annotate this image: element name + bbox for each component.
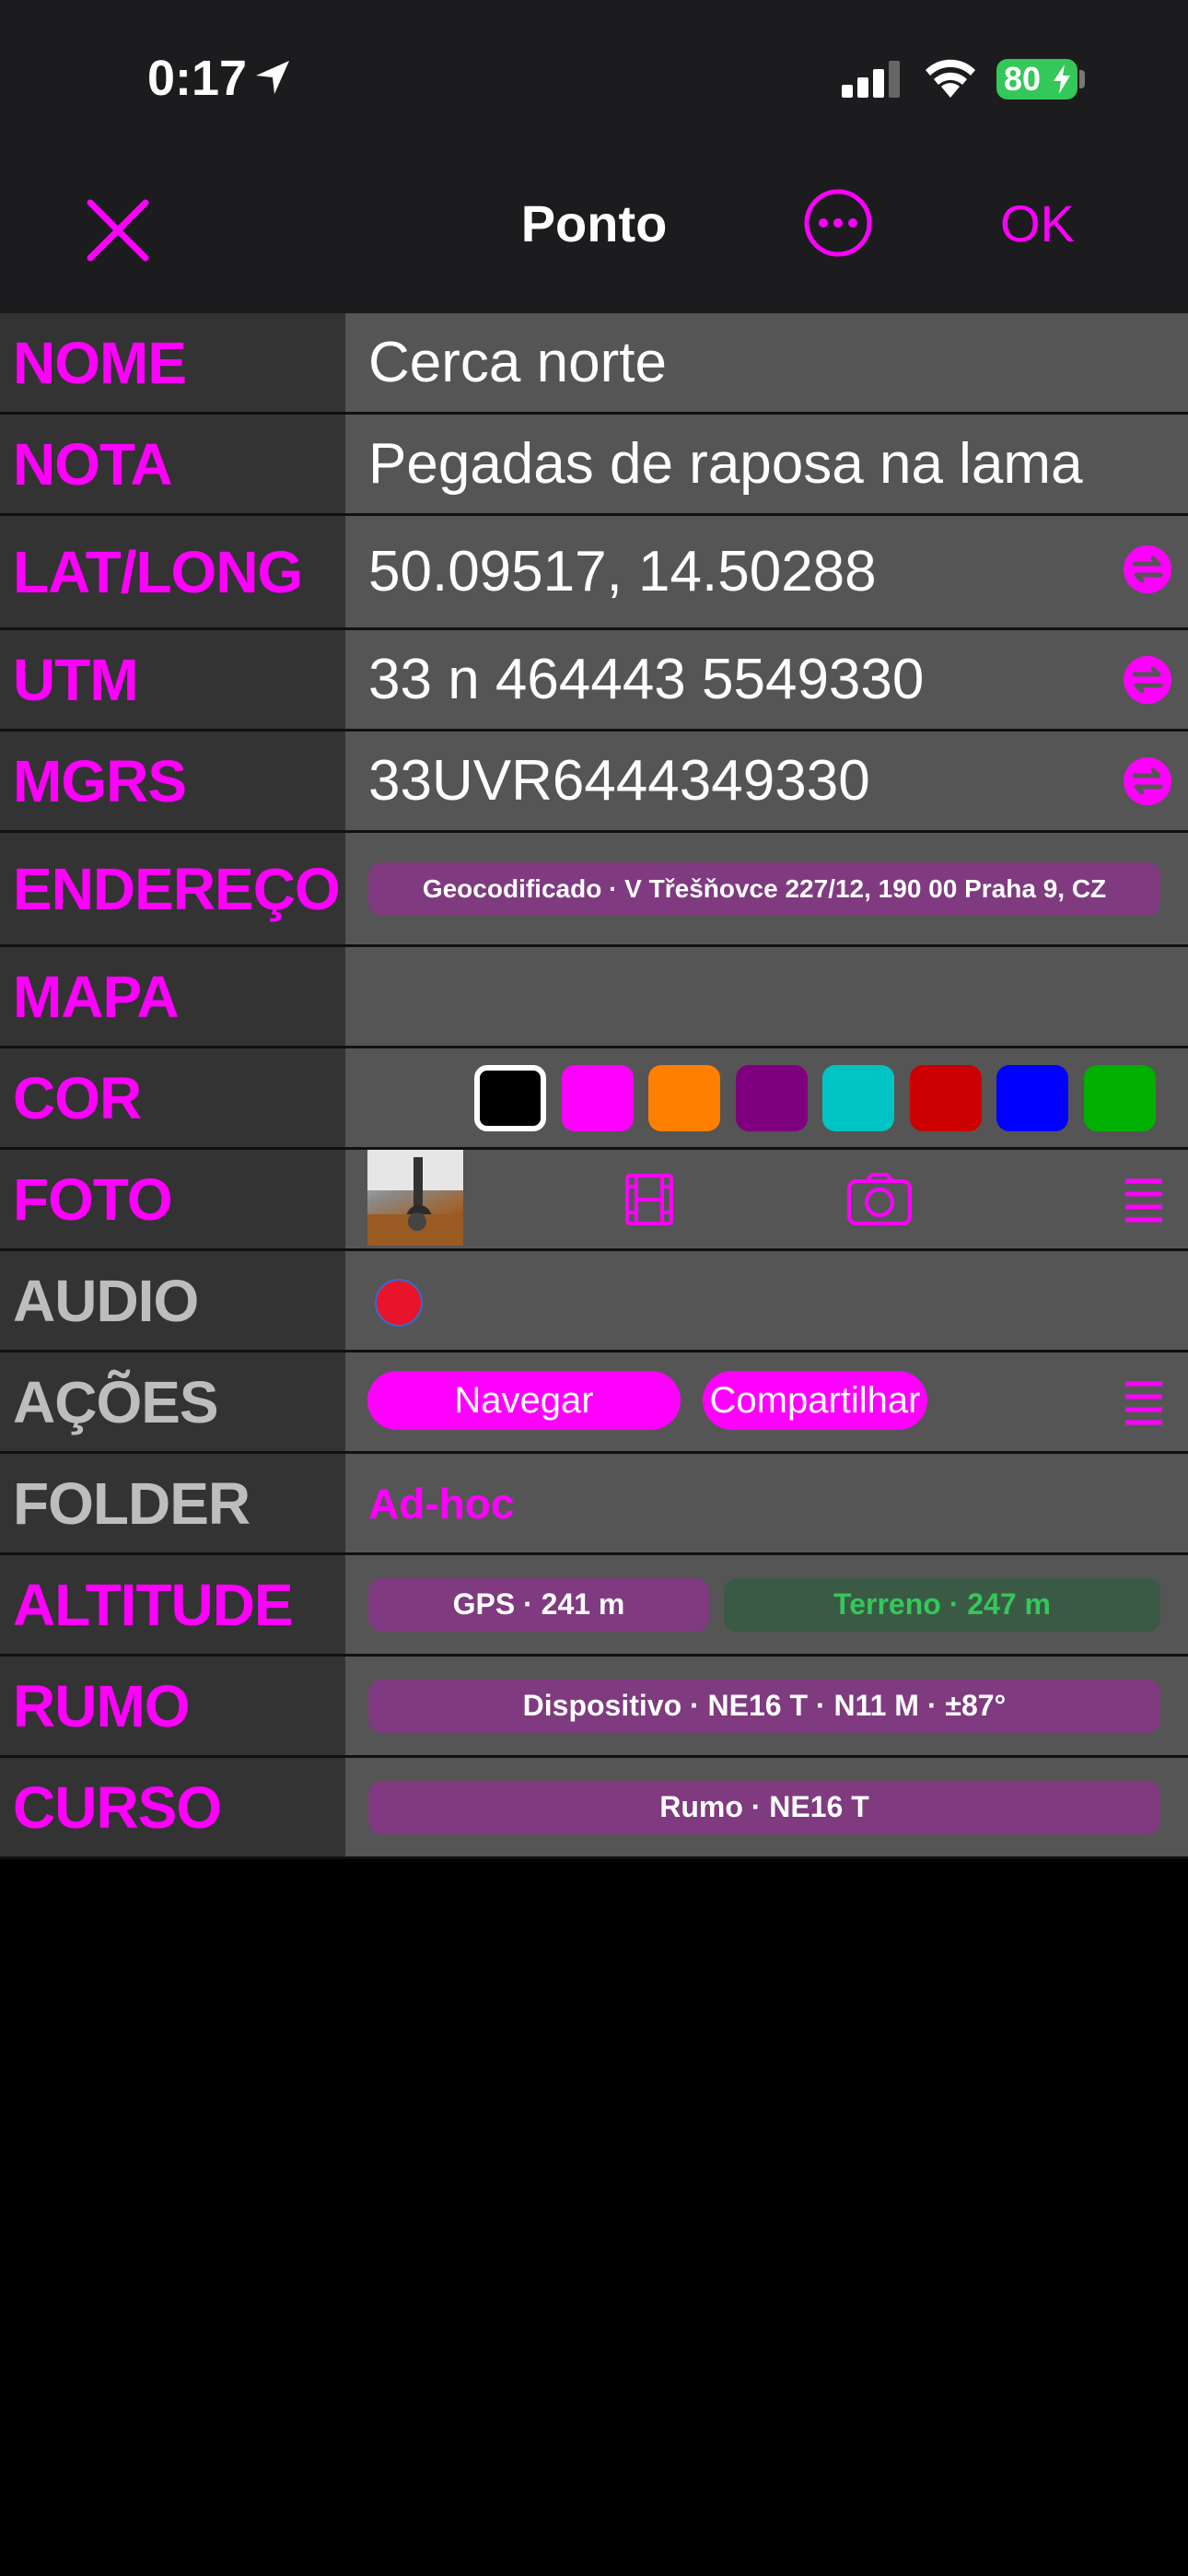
curso-label: CURSO — [0, 1758, 345, 1856]
curso-field: Rumo · NE16 T — [345, 1758, 1188, 1856]
acoes-field: Navegar Compartilhar — [345, 1352, 1188, 1451]
latlong-value: 50.09517, 14.50288 — [368, 540, 877, 603]
list-icon[interactable] — [1122, 1378, 1166, 1430]
row-nome: NOME Cerca norte — [0, 313, 1188, 415]
color-swatch[interactable] — [474, 1065, 546, 1131]
row-mgrs: MGRS 33UVR6444349330 — [0, 732, 1188, 833]
camera-icon[interactable] — [846, 1172, 913, 1227]
color-picker — [345, 1048, 1188, 1147]
charging-bolt-icon — [1054, 64, 1070, 94]
color-swatch[interactable] — [735, 1065, 808, 1131]
row-nota: NOTA Pegadas de raposa na lama — [0, 415, 1188, 516]
record-icon[interactable] — [373, 1277, 425, 1329]
photo-thumbnail[interactable] — [367, 1150, 463, 1246]
row-audio: AUDIO — [0, 1251, 1188, 1352]
rumo-field: Dispositivo · NE16 T · N11 M · ±87° — [345, 1657, 1188, 1755]
geocoded-address-pill[interactable]: Geocodificado · V Třešňovce 227/12, 190 … — [368, 861, 1160, 916]
mgrs-label: MGRS — [0, 732, 345, 830]
swap-icon[interactable] — [1122, 755, 1173, 807]
navegar-button[interactable]: Navegar — [367, 1371, 681, 1430]
acoes-label: AÇÕES — [0, 1352, 345, 1451]
rumo-label: RUMO — [0, 1657, 345, 1755]
compartilhar-button[interactable]: Compartilhar — [703, 1371, 927, 1430]
nome-label: NOME — [0, 313, 345, 412]
latlong-label: LAT/LONG — [0, 516, 345, 627]
endereco-field[interactable]: Geocodificado · V Třešňovce 227/12, 190 … — [345, 833, 1188, 944]
navigation-bar: Ponto OK — [0, 157, 1188, 313]
audio-label: AUDIO — [0, 1251, 345, 1350]
mapa-label: MAPA — [0, 947, 345, 1046]
mgrs-value: 33UVR6444349330 — [368, 749, 870, 813]
color-swatch[interactable] — [822, 1065, 894, 1131]
more-options-icon[interactable] — [801, 186, 875, 260]
row-folder: FOLDER Ad-hoc — [0, 1454, 1188, 1555]
utm-field[interactable]: 33 n 464443 5549330 — [345, 630, 1188, 729]
video-icon[interactable] — [622, 1172, 677, 1227]
heading-pill[interactable]: Dispositivo · NE16 T · N11 M · ±87° — [368, 1679, 1160, 1733]
row-altitude: ALTITUDE GPS · 241 m Terreno · 247 m — [0, 1555, 1188, 1657]
row-utm: UTM 33 n 464443 5549330 — [0, 630, 1188, 732]
utm-label: UTM — [0, 630, 345, 729]
folder-value: Ad-hoc — [368, 1479, 515, 1528]
point-form: NOME Cerca norte NOTA Pegadas de raposa … — [0, 313, 1188, 1859]
row-acoes: AÇÕES Navegar Compartilhar — [0, 1352, 1188, 1454]
status-bar: 0:17 80 — [0, 0, 1188, 157]
latlong-field[interactable]: 50.09517, 14.50288 — [345, 516, 1188, 627]
terrain-altitude-pill[interactable]: Terreno · 247 m — [724, 1577, 1160, 1632]
cor-label: COR — [0, 1048, 345, 1147]
battery-tip — [1079, 70, 1085, 88]
row-foto: FOTO — [0, 1150, 1188, 1251]
folder-label: FOLDER — [0, 1454, 345, 1552]
row-curso: CURSO Rumo · NE16 T — [0, 1758, 1188, 1859]
foto-label: FOTO — [0, 1150, 345, 1248]
altitude-label: ALTITUDE — [0, 1555, 345, 1654]
utm-value: 33 n 464443 5549330 — [368, 648, 925, 711]
color-swatch[interactable] — [561, 1065, 634, 1131]
mapa-field[interactable] — [345, 947, 1188, 1046]
battery-level: 80 — [1004, 60, 1042, 98]
nota-label: NOTA — [0, 415, 345, 513]
nome-field[interactable]: Cerca norte — [345, 313, 1188, 412]
color-swatch[interactable] — [909, 1065, 982, 1131]
endereco-label: ENDEREÇO — [0, 833, 345, 944]
row-cor: COR — [0, 1048, 1188, 1150]
cellular-signal-icon — [842, 61, 900, 98]
color-swatch[interactable] — [1083, 1065, 1156, 1131]
altitude-field: GPS · 241 m Terreno · 247 m — [345, 1555, 1188, 1654]
wifi-icon — [926, 59, 975, 98]
foto-field — [345, 1150, 1188, 1248]
swap-icon[interactable] — [1122, 654, 1173, 706]
status-time: 0:17 — [147, 51, 248, 106]
course-pill[interactable]: Rumo · NE16 T — [368, 1780, 1160, 1834]
battery-indicator: 80 — [996, 59, 1077, 100]
row-endereco: ENDEREÇO Geocodificado · V Třešňovce 227… — [0, 833, 1188, 947]
mgrs-field[interactable]: 33UVR6444349330 — [345, 732, 1188, 830]
row-rumo: RUMO Dispositivo · NE16 T · N11 M · ±87° — [0, 1657, 1188, 1758]
audio-field — [345, 1251, 1188, 1350]
row-mapa: MAPA — [0, 947, 1188, 1048]
list-icon[interactable] — [1122, 1176, 1166, 1227]
ok-button[interactable]: OK — [1000, 193, 1075, 253]
gps-altitude-pill[interactable]: GPS · 241 m — [368, 1577, 709, 1632]
location-arrow-icon — [256, 61, 289, 94]
nota-field[interactable]: Pegadas de raposa na lama — [345, 415, 1188, 513]
color-swatch[interactable] — [648, 1065, 720, 1131]
color-swatch[interactable] — [996, 1065, 1068, 1131]
row-latlong: LAT/LONG 50.09517, 14.50288 — [0, 516, 1188, 630]
swap-icon[interactable] — [1122, 544, 1173, 595]
folder-field[interactable]: Ad-hoc — [345, 1454, 1188, 1552]
